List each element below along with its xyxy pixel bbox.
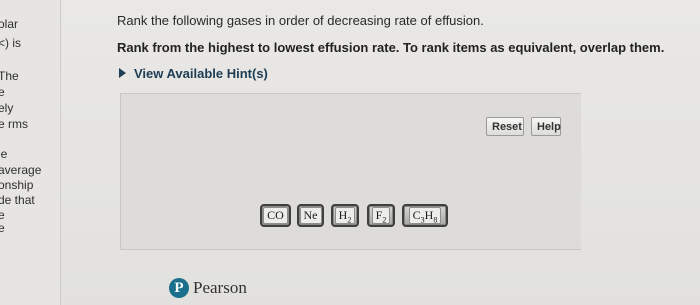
gas-tile-f2[interactable]: F2 bbox=[367, 204, 395, 227]
pearson-name: Pearson bbox=[193, 278, 247, 297]
pearson-brand: P Pearson bbox=[169, 277, 247, 299]
view-hints-label: View Available Hint(s) bbox=[134, 66, 268, 81]
tile-label: C3H8 bbox=[408, 207, 442, 225]
tile-subscript: 2 bbox=[382, 215, 387, 225]
left-panel-cutoff: olar <) is The e ely e rms le average on… bbox=[0, 0, 61, 305]
left-text-fragment: e bbox=[0, 208, 5, 222]
left-text-fragment: e rms bbox=[0, 117, 28, 131]
gas-tile-h2[interactable]: H2 bbox=[331, 204, 359, 227]
tile-formula: C bbox=[412, 208, 421, 222]
tile-formula: Ne bbox=[303, 208, 318, 222]
left-text-fragment: de that bbox=[0, 193, 35, 207]
left-text-fragment: olar bbox=[0, 17, 19, 31]
tile-label: Ne bbox=[299, 207, 322, 224]
help-button[interactable]: Help bbox=[531, 117, 561, 136]
tile-label: H2 bbox=[334, 207, 356, 225]
left-text-fragment: le bbox=[0, 147, 8, 161]
left-text-fragment: The bbox=[0, 69, 19, 83]
gas-tile-co[interactable]: CO bbox=[260, 204, 291, 227]
left-text-fragment: <) is bbox=[0, 36, 22, 50]
left-text-fragment: e bbox=[0, 221, 5, 235]
tile-subscript: 2 bbox=[347, 215, 352, 225]
question-prompt: Rank the following gases in order of dec… bbox=[117, 13, 484, 28]
view-hints-link[interactable]: View Available Hint(s) bbox=[119, 66, 268, 81]
question-instruction: Rank from the highest to lowest effusion… bbox=[117, 40, 665, 55]
gas-tile-c3h8[interactable]: C3H8 bbox=[402, 204, 448, 227]
tile-formula: CO bbox=[267, 208, 284, 222]
reset-button[interactable]: Reset bbox=[486, 117, 524, 136]
pearson-logo-icon: P bbox=[169, 278, 189, 298]
left-text-fragment: ely bbox=[0, 101, 14, 115]
tile-label: F2 bbox=[371, 207, 391, 225]
left-text-fragment: average bbox=[0, 163, 42, 177]
left-text-fragment: onship bbox=[0, 178, 34, 192]
tile-label: CO bbox=[263, 207, 288, 224]
left-text-fragment: e bbox=[0, 85, 5, 99]
question-panel: Rank the following gases in order of dec… bbox=[61, 0, 700, 305]
tile-subscript: 8 bbox=[433, 215, 438, 225]
gas-tile-ne[interactable]: Ne bbox=[297, 204, 324, 227]
expand-arrow-icon bbox=[119, 68, 126, 78]
